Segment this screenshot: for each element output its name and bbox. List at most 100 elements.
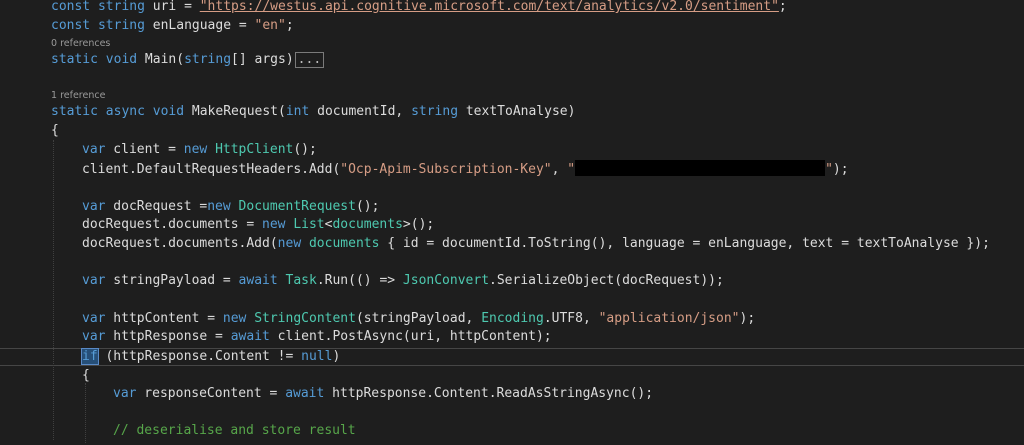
keyword: string <box>184 52 232 67</box>
keyword: string <box>411 104 459 119</box>
code-line[interactable]: static async void MakeRequest(int docume… <box>51 103 575 121</box>
keyword: var <box>82 142 106 157</box>
code-text: httpContent = <box>105 311 223 326</box>
code-editor[interactable]: const string uri = "https://westus.api.c… <box>0 0 1024 445</box>
code-text: docRequest.documents.Add( <box>82 236 278 251</box>
code-text: enLanguage = <box>144 18 255 33</box>
code-text: ); <box>832 162 849 177</box>
string-literal: " <box>567 162 576 177</box>
codelens-references[interactable]: 0 references <box>51 38 110 50</box>
type-name: DocumentRequest <box>238 199 356 214</box>
code-text: uri = <box>144 0 200 14</box>
type-name: documents <box>332 217 403 232</box>
keyword: string <box>97 0 145 14</box>
code-line[interactable]: var docRequest =new DocumentRequest(); <box>82 198 379 216</box>
code-text: (); <box>293 142 317 157</box>
code-text: ); <box>739 311 756 326</box>
keyword: var <box>82 273 106 288</box>
keyword: void <box>105 52 138 67</box>
code-line[interactable]: docRequest.documents.Add(new documents {… <box>82 235 990 253</box>
type-name: Encoding <box>481 311 544 326</box>
selected-keyword[interactable]: if <box>81 348 99 365</box>
code-text: client = <box>105 142 184 157</box>
code-text: .UTF8, <box>543 311 599 326</box>
code-text: ) <box>332 349 341 364</box>
code-line[interactable]: static void Main(string[] args)... <box>51 51 325 69</box>
string-literal: "Ocp-Apim-Subscription-Key" <box>340 162 552 177</box>
codelens-references[interactable]: 1 reference <box>51 90 105 102</box>
keyword: int <box>285 104 310 119</box>
type-name: Task <box>285 273 317 288</box>
code-line[interactable]: var httpContent = new StringContent(stri… <box>82 310 755 328</box>
keyword: static <box>51 104 98 119</box>
code-text: [] args) <box>231 52 294 67</box>
code-text: , <box>551 162 568 177</box>
code-text: MakeRequest( <box>184 104 286 119</box>
code-text: .Run(() => <box>316 273 403 288</box>
code-comment[interactable]: // deserialise and store result <box>113 422 356 440</box>
code-line[interactable]: var stringPayload = await Task.Run(() =>… <box>82 272 724 290</box>
code-text: docRequest.documents = <box>82 217 263 232</box>
code-text: client.PostAsync(uri, httpContent); <box>269 329 552 344</box>
code-text: client.DefaultRequestHeaders.Add( <box>82 162 341 177</box>
string-literal: "en" <box>254 18 286 33</box>
code-text: stringPayload = <box>105 273 239 288</box>
type-name: List <box>293 217 325 232</box>
string-literal: "application/json" <box>598 311 740 326</box>
code-line[interactable]: client.DefaultRequestHeaders.Add("Ocp-Ap… <box>82 160 849 179</box>
code-text: ; <box>285 18 294 33</box>
code-line[interactable]: const string uri = "https://westus.api.c… <box>51 0 787 16</box>
redacted-key-box <box>575 160 826 176</box>
type-name: StringContent <box>254 311 356 326</box>
code-line[interactable]: const string enLanguage = "en"; <box>51 17 294 35</box>
keyword: void <box>152 104 185 119</box>
type-name: documents <box>308 236 380 251</box>
collapsed-region-button[interactable]: ... <box>294 52 325 68</box>
keyword: var <box>82 199 106 214</box>
code-text: responseContent = <box>136 386 286 401</box>
keyword: new <box>207 199 231 214</box>
keyword: await <box>285 386 325 401</box>
indent-guide <box>85 383 86 443</box>
keyword: await <box>238 273 278 288</box>
code-line[interactable]: var httpResponse = await client.PostAsyn… <box>82 328 552 346</box>
code-line[interactable]: var responseContent = await httpResponse… <box>113 385 653 403</box>
code-line[interactable]: docRequest.documents = new List<document… <box>82 216 434 234</box>
keyword: const <box>51 0 91 14</box>
code-text: documentId, <box>309 104 412 119</box>
code-text: httpResponse = <box>105 329 231 344</box>
code-line[interactable]: if (httpResponse.Content != null) <box>81 348 341 366</box>
keyword: string <box>97 18 145 33</box>
keyword: var <box>82 329 106 344</box>
code-line[interactable]: { <box>51 122 59 140</box>
keyword: var <box>82 311 106 326</box>
code-text: Main( <box>137 52 185 67</box>
string-literal: " <box>825 162 833 177</box>
code-text: (); <box>355 199 380 214</box>
code-line[interactable]: var client = new HttpClient(); <box>82 141 317 159</box>
keyword: new <box>222 311 247 326</box>
keyword: new <box>262 217 286 232</box>
keyword: await <box>230 329 270 344</box>
type-name: JsonConvert <box>402 273 490 288</box>
code-text: docRequest = <box>105 199 208 214</box>
keyword: static <box>51 52 98 67</box>
code-line[interactable]: { <box>82 367 90 385</box>
code-text: .SerializeObject(docRequest)); <box>489 273 724 288</box>
code-text: (stringPayload, <box>355 311 482 326</box>
keyword: new <box>183 142 208 157</box>
url-string[interactable]: "https://westus.api.cognitive.microsoft.… <box>200 0 779 14</box>
indent-guide <box>53 140 54 440</box>
keyword: async <box>105 104 145 119</box>
type-name: HttpClient <box>215 142 294 157</box>
code-text: httpResponse.Content.ReadAsStringAsync()… <box>324 386 654 401</box>
keyword: null <box>301 349 333 364</box>
keyword: const <box>51 18 91 33</box>
keyword: var <box>113 386 137 401</box>
code-text: { id = documentId.ToString(), language =… <box>379 236 990 251</box>
code-text: >(); <box>402 217 435 232</box>
code-text: (httpResponse.Content != <box>97 349 302 364</box>
code-text: ; <box>778 0 787 14</box>
code-text: textToAnalyse) <box>458 104 576 119</box>
keyword: new <box>277 236 302 251</box>
